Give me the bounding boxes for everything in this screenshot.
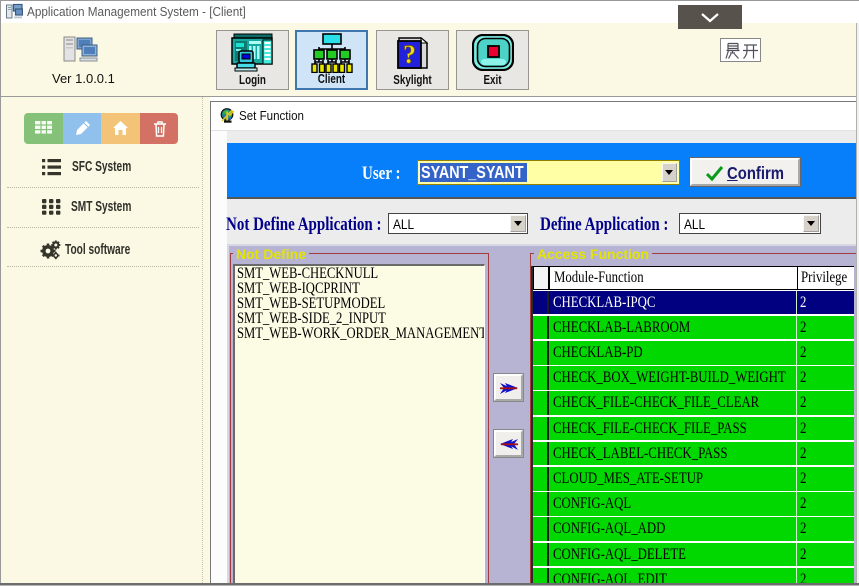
svg-text:?: ? [403,40,416,69]
